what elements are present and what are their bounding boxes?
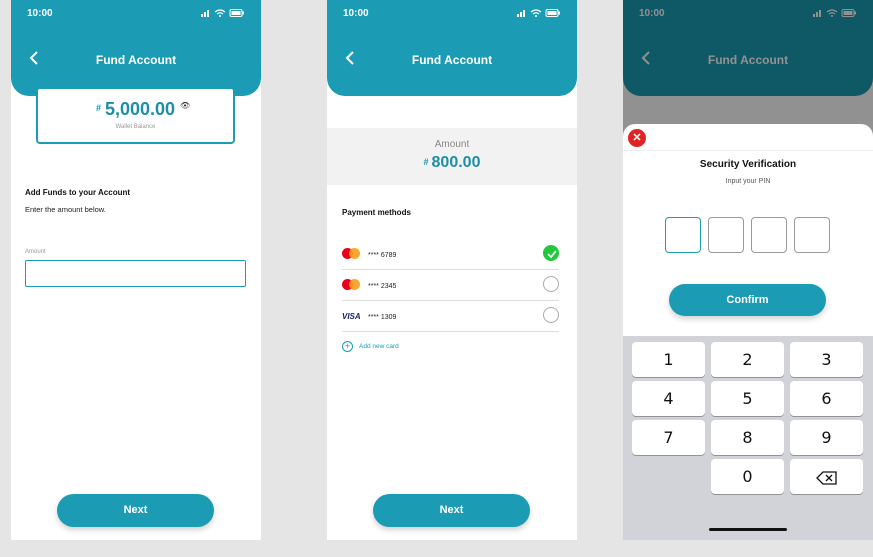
phone-screen-security-verification: 10:00 Fund Account ✕ Security Verificati… [623,0,873,540]
wallet-balance-label: Wallet Balance [115,124,156,130]
divider [342,300,559,301]
key-8[interactable]: 8 [711,420,784,455]
sheet-title: Security Verification [699,159,797,170]
app-header: 10:00 Fund Account [327,0,577,96]
app-header: 10:00 Fund Account [11,0,261,96]
amount-summary: Amount #800.00 [327,128,577,185]
wallet-balance-value: 5,000.00 [104,99,176,119]
numeric-keypad: 1 2 3 4 5 6 7 8 9 0 [623,336,873,540]
key-5[interactable]: 5 [711,381,784,416]
mastercard-icon [342,279,360,290]
key-1[interactable]: 1 [632,342,705,377]
divider [342,331,559,332]
section-text: Enter the amount below. [25,205,106,214]
card-number: **** 2345 [368,283,397,290]
amount-number: 800.00 [431,154,481,171]
close-icon[interactable]: ✕ [628,129,646,147]
status-icons [201,9,244,17]
card-row[interactable]: **** 2345 [342,271,559,301]
amount-input[interactable] [25,260,246,287]
pin-digit-box[interactable] [665,217,701,253]
phone-screen-fund-account: 10:00 Fund Account #5,000.00 👁 Wallet Ba… [11,0,261,540]
radio-button[interactable] [543,276,559,292]
radio-selected-check-icon[interactable] [543,245,559,261]
key-3[interactable]: 3 [790,342,863,377]
card-row[interactable]: VISA **** 1309 [342,302,559,332]
key-4[interactable]: 4 [632,381,705,416]
mastercard-icon [342,248,360,259]
visa-logo-icon: VISA [342,312,361,321]
key-9[interactable]: 9 [790,420,863,455]
divider [342,269,559,270]
status-time: 10:00 [27,8,53,19]
card-row[interactable]: **** 6789 [342,240,559,270]
key-6[interactable]: 6 [790,381,863,416]
amount-label: Amount [434,139,470,150]
home-indicator [709,528,787,531]
wallet-amount: #5,000.00 [38,99,233,120]
radio-button[interactable] [543,307,559,323]
next-button[interactable]: Next [373,494,530,527]
pin-digit-box[interactable] [751,217,787,253]
backspace-icon[interactable] [790,459,863,494]
payment-methods-title: Payment methods [342,208,411,217]
wallet-balance-card: #5,000.00 👁 Wallet Balance [36,87,235,144]
status-time: 10:00 [343,8,369,19]
amount-value: #800.00 [327,154,577,172]
plus-circle-icon: + [342,341,353,352]
add-new-card-label: Add new card [359,343,399,350]
phone-screen-payment-methods: 10:00 Fund Account Amount #800.00 Paymen… [327,0,577,540]
eye-icon[interactable]: 👁 [180,101,190,110]
next-button[interactable]: Next [57,494,214,527]
pin-digit-box[interactable] [708,217,744,253]
key-2[interactable]: 2 [711,342,784,377]
sheet-subtitle: Input your PIN [725,178,771,185]
amount-field-label: Amount [25,249,46,255]
status-icons [517,9,560,17]
currency-symbol: # [95,103,101,113]
section-title: Add Funds to your Account [25,188,131,197]
key-7[interactable]: 7 [632,420,705,455]
page-title: Fund Account [411,53,493,67]
confirm-button[interactable]: Confirm [669,284,826,316]
pin-digit-box[interactable] [794,217,830,253]
currency-symbol: # [423,157,429,167]
divider [623,150,873,151]
key-0[interactable]: 0 [711,459,784,494]
page-title: Fund Account [95,53,177,67]
pin-bottom-sheet: ✕ Security Verification Input your PIN C… [623,124,873,540]
card-number: **** 1309 [368,314,397,321]
card-number: **** 6789 [368,252,397,259]
